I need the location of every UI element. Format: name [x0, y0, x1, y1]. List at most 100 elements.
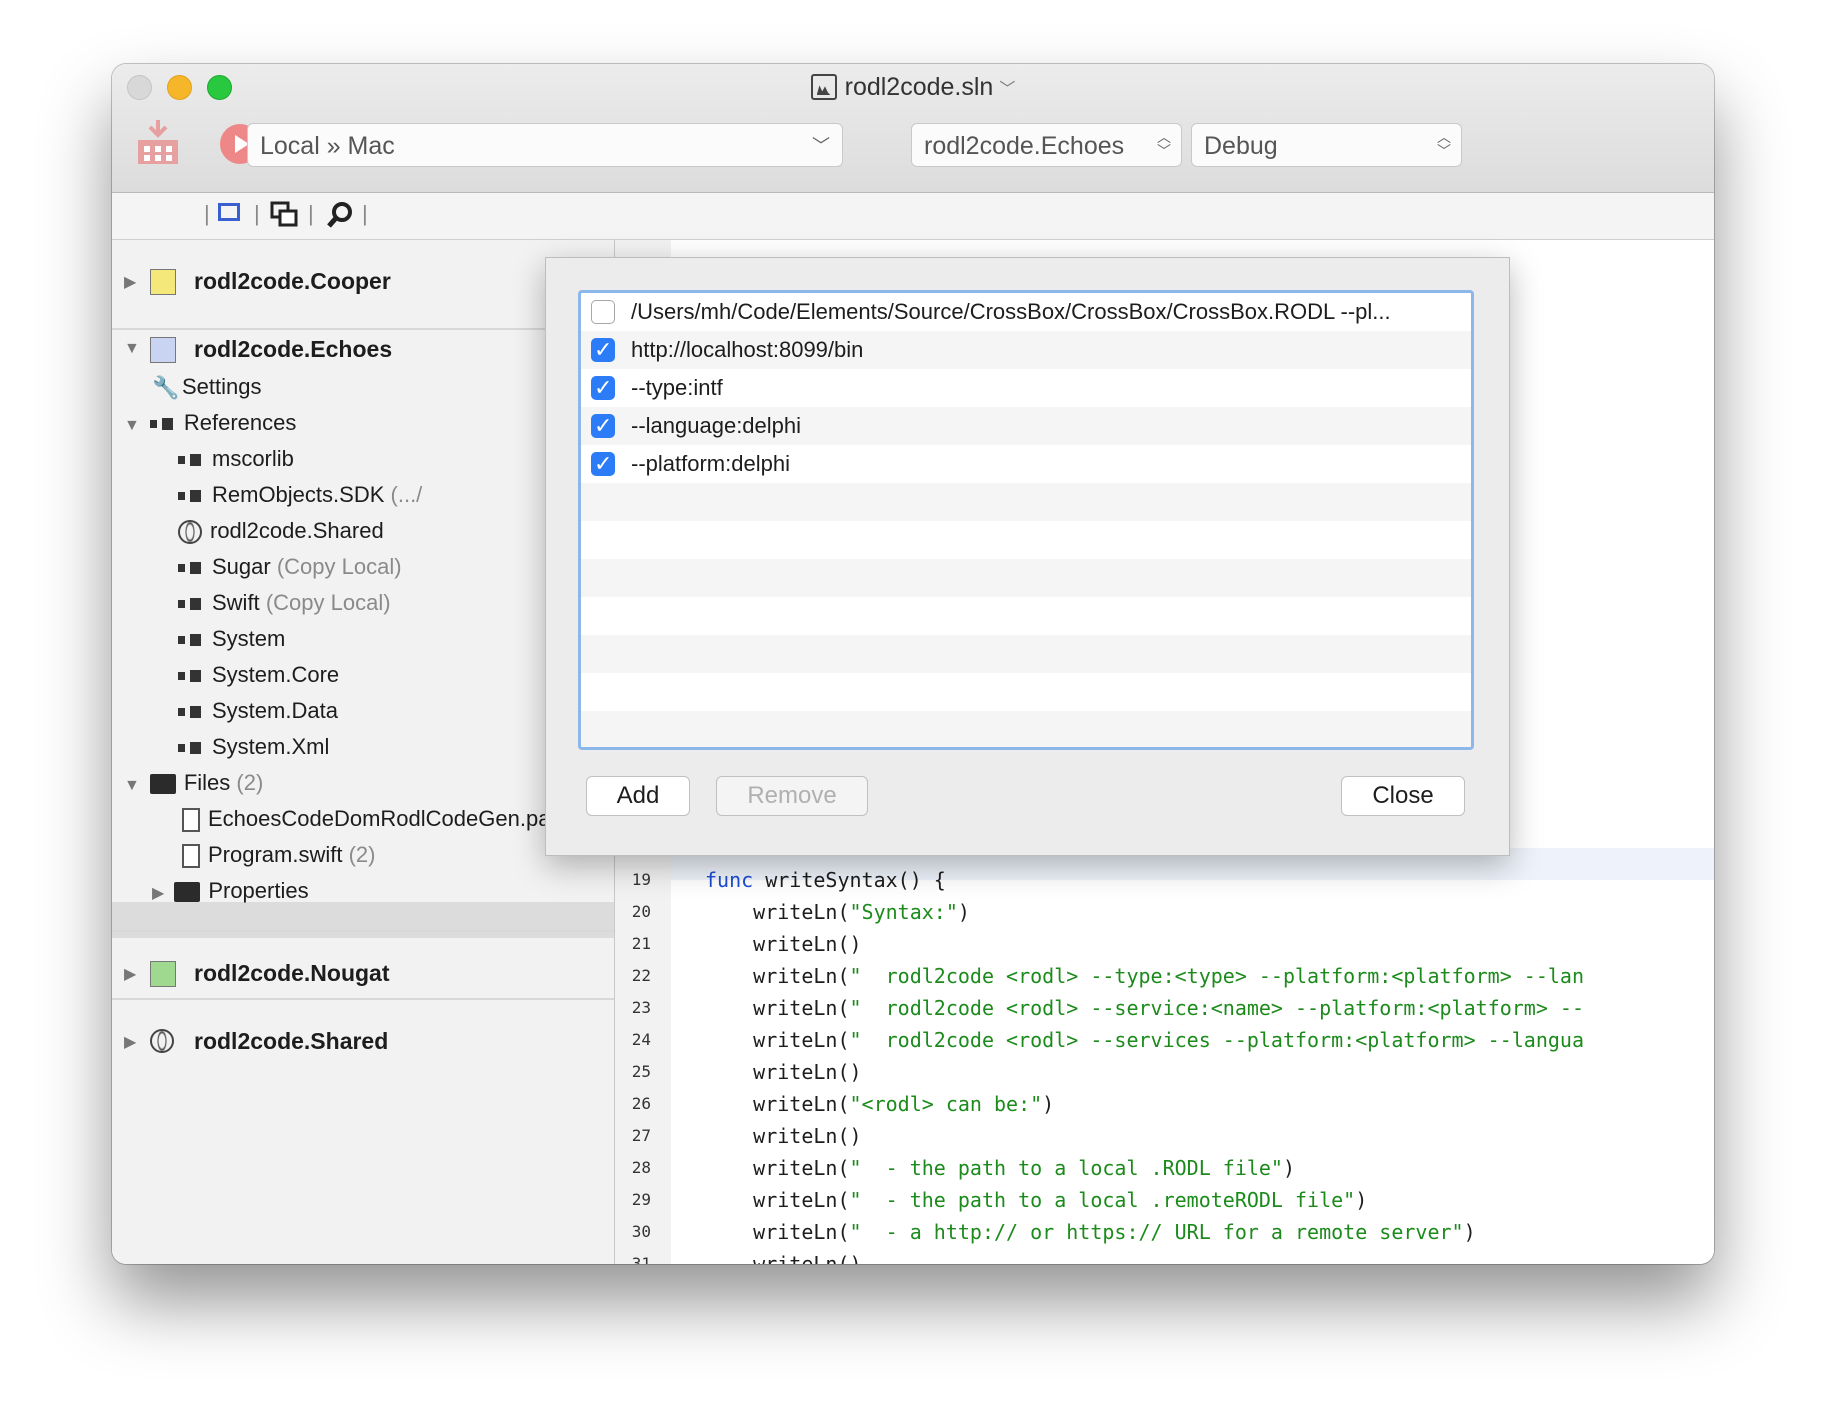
disclosure-down-icon[interactable]: ▼: [124, 777, 140, 794]
code-text: writeLn(): [705, 1060, 862, 1084]
argument-checkbox[interactable]: [591, 445, 615, 483]
reference-item[interactable]: System: [178, 622, 285, 656]
reference-icon: [178, 454, 204, 467]
nougat-project-icon: [150, 961, 176, 987]
echoes-project-icon: [150, 337, 176, 363]
disclosure-down-icon[interactable]: ▼: [124, 340, 140, 358]
argument-row[interactable]: --type:intf: [581, 369, 1471, 407]
disclosure-right-icon[interactable]: ▶: [124, 1032, 136, 1052]
argument-row[interactable]: --platform:delphi: [581, 445, 1471, 483]
solution-icon: [810, 74, 837, 101]
disclosure-right-icon[interactable]: ▶: [124, 272, 136, 292]
empty-row: [581, 597, 1471, 635]
file-item[interactable]: EchoesCodeDomRodlCodeGen.pas: [182, 802, 561, 836]
up-down-arrows-icon: ︿ ﹀: [1157, 129, 1171, 159]
reference-item[interactable]: RemObjects.SDK (.../: [178, 478, 422, 512]
destination-popup[interactable]: Local » Mac ﹀: [247, 123, 843, 167]
project-shared[interactable]: ▶ rodl2code.Shared: [112, 1010, 614, 1076]
line-number: 26: [631, 1094, 651, 1113]
code-text: writeLn(): [705, 1252, 862, 1264]
disclosure-right-icon[interactable]: ▶: [124, 964, 136, 984]
file-icon: [182, 808, 200, 833]
close-button[interactable]: Close: [1341, 776, 1465, 816]
reference-icon: [149, 418, 176, 431]
navigator-toolbar: | | | |: [112, 193, 1714, 240]
project-selector-popup[interactable]: rodl2code.Echoes ︿ ﹀: [911, 123, 1182, 167]
code-text: writeLn(" rodl2code <rodl> --services --…: [705, 1028, 1585, 1052]
line-number: 25: [631, 1062, 651, 1081]
line-number: 31: [631, 1254, 651, 1264]
disclosure-right-icon[interactable]: ▶: [152, 885, 164, 902]
line-number: 20: [631, 902, 651, 921]
properties-group[interactable]: ▶ Properties: [152, 874, 309, 908]
arguments-list[interactable]: /Users/mh/Code/Elements/Source/CrossBox/…: [578, 290, 1474, 750]
line-number: 24: [631, 1030, 651, 1049]
divider: [112, 930, 614, 932]
globe-icon: [150, 1029, 174, 1053]
reference-item[interactable]: System.Core: [178, 658, 339, 692]
reference-item[interactable]: System.Data: [178, 694, 338, 728]
remove-button[interactable]: Remove: [716, 776, 868, 816]
chevron-down-icon: ﹀: [812, 136, 830, 156]
solution-sidebar: ▶ rodl2code.Cooper ▼ rodl2code.Echoes 🔧 S…: [112, 240, 615, 1264]
reference-item[interactable]: rodl2code.Shared: [178, 514, 384, 548]
reference-item[interactable]: System.Xml: [178, 730, 329, 764]
search-icon[interactable]: [326, 201, 354, 229]
code-text: writeLn(): [705, 1124, 862, 1148]
line-number: 21: [631, 934, 651, 953]
build-icon[interactable]: [136, 118, 180, 166]
divider: [112, 998, 614, 1000]
globe-icon: [178, 520, 202, 545]
argument-row[interactable]: --language:delphi: [581, 407, 1471, 445]
argument-checkbox[interactable]: [591, 369, 615, 407]
divider: |: [308, 201, 314, 226]
divider: |: [204, 201, 210, 226]
disclosure-down-icon[interactable]: ▼: [124, 417, 140, 434]
argument-row[interactable]: http://localhost:8099/bin: [581, 331, 1471, 369]
empty-row: [581, 635, 1471, 673]
line-number: 29: [631, 1190, 651, 1209]
reference-item[interactable]: Swift (Copy Local): [178, 586, 391, 620]
folder-icon: [174, 882, 201, 903]
arguments-dialog: /Users/mh/Code/Elements/Source/CrossBox/…: [545, 257, 1510, 856]
code-text: writeLn(" rodl2code <rodl> --service:<na…: [705, 996, 1585, 1020]
configuration-popup[interactable]: Debug ︿ ﹀: [1191, 123, 1462, 167]
code-text: writeLn(" rodl2code <rodl> --type:<type>…: [705, 964, 1585, 988]
reference-icon: [178, 670, 204, 683]
divider: |: [254, 201, 260, 226]
code-text: writeLn("<rodl> can be:"): [705, 1092, 1055, 1116]
up-down-arrows-icon: ︿ ﹀: [1437, 129, 1451, 159]
files-group[interactable]: ▼ Files (2): [124, 766, 263, 800]
settings-item[interactable]: 🔧 Settings: [152, 370, 262, 404]
code-text: writeLn(): [705, 932, 862, 956]
line-number: 30: [631, 1222, 651, 1241]
argument-checkbox[interactable]: [591, 300, 615, 324]
code-text: writeLn(" - the path to a local .remoteR…: [705, 1188, 1368, 1212]
line-number: 23: [631, 998, 651, 1017]
reference-icon: [178, 742, 204, 755]
reference-item[interactable]: Sugar (Copy Local): [178, 550, 402, 584]
argument-checkbox[interactable]: [591, 407, 615, 445]
empty-row: [581, 559, 1471, 597]
add-button[interactable]: Add: [586, 776, 690, 816]
cooper-project-icon: [150, 269, 176, 295]
title-bar: rodl2code.sln ﹀ Local » Mac ﹀ rodl2code.E…: [112, 64, 1714, 193]
ide-window: rodl2code.sln ﹀ Local » Mac ﹀ rodl2code.E…: [112, 64, 1714, 1264]
project-cooper[interactable]: ▶ rodl2code.Cooper: [112, 250, 614, 316]
windows-icon[interactable]: [270, 201, 298, 229]
argument-row[interactable]: /Users/mh/Code/Elements/Source/CrossBox/…: [581, 293, 1471, 331]
code-text: writeLn(" - the path to a local .RODL fi…: [705, 1156, 1296, 1180]
reference-icon: [178, 634, 204, 647]
reference-icon: [178, 598, 204, 611]
reference-icon: [178, 490, 204, 503]
code-text: writeLn("Syntax:"): [705, 900, 970, 924]
code-text: func writeSyntax() {: [705, 868, 946, 892]
argument-checkbox[interactable]: [591, 331, 615, 369]
line-number: 22: [631, 966, 651, 985]
reference-item[interactable]: mscorlib: [178, 442, 294, 476]
solution-view-icon[interactable]: [218, 203, 240, 221]
file-item-selected[interactable]: Program.swift (2): [182, 838, 376, 872]
swift-file-icon: [182, 844, 200, 869]
references-group[interactable]: ▼ References: [124, 406, 296, 440]
window-title[interactable]: rodl2code.sln ﹀: [112, 72, 1714, 102]
